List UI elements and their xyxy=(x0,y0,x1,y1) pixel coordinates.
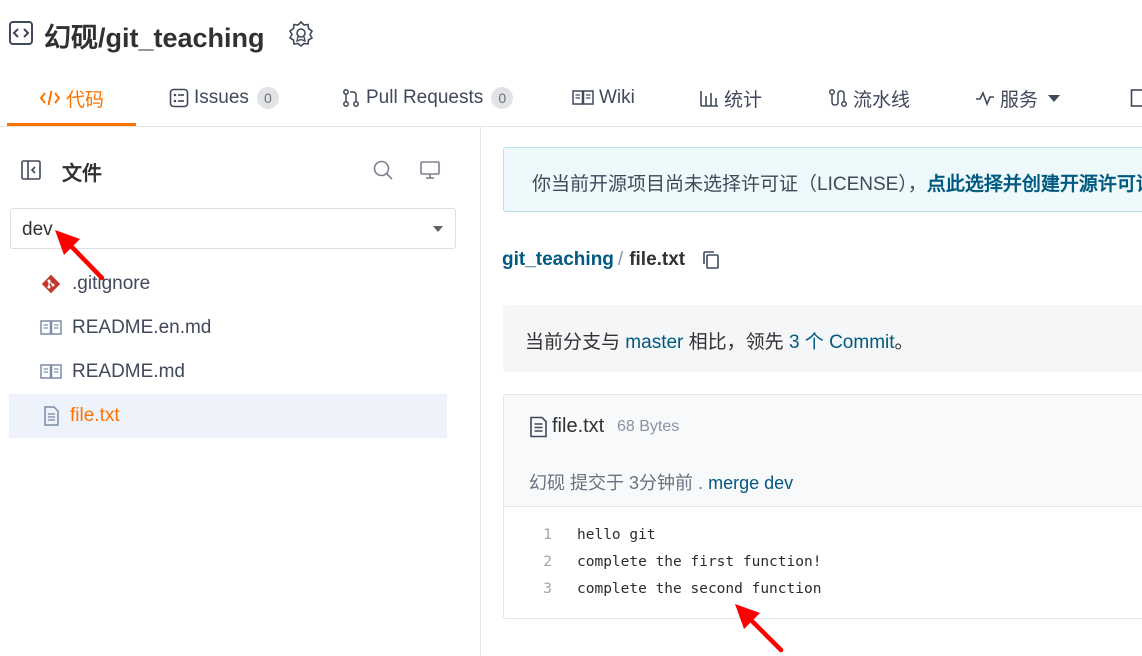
book-icon xyxy=(572,90,594,105)
file-tree-item-gitignore[interactable]: .gitignore xyxy=(9,262,447,306)
code-line: 2 complete the first function! xyxy=(504,548,1142,575)
issues-icon xyxy=(169,88,189,108)
code-line: 1 hello git xyxy=(504,521,1142,548)
collapse-sidebar-icon[interactable] xyxy=(20,159,42,181)
file-name: .gitignore xyxy=(72,273,151,294)
tab-label: 服务 xyxy=(1000,89,1039,111)
tab-pull-requests[interactable]: Pull Requests 0 xyxy=(341,70,514,126)
book-icon xyxy=(40,364,62,379)
file-name: file.txt xyxy=(70,405,120,426)
line-content: hello git xyxy=(577,526,656,543)
tab-label: 统计 xyxy=(724,89,763,111)
breadcrumb-repo-link[interactable]: git_teaching xyxy=(502,249,614,271)
file-viewer-header: file.txt 68 Bytes 幻砚 提交于 3分钟前 . merge de… xyxy=(504,395,1142,507)
active-tab-indicator xyxy=(7,123,136,126)
branch-select-value: dev xyxy=(22,219,53,240)
license-banner-text: 你当前开源项目尚未选择许可证（LICENSE），点此选择并创建开源许可证 xyxy=(532,169,1142,196)
file-code-body: 1 hello git 2 complete the first functio… xyxy=(504,521,1142,602)
tab-pipeline[interactable]: 流水线 xyxy=(828,70,910,126)
license-message: 你当前开源项目尚未选择许可证（LICENSE）， xyxy=(532,174,927,195)
repo-tabs: 代码 Issues 0 Pull Requests 0 Wiki 统计 流水线 … xyxy=(0,70,1142,127)
file-sidebar: 文件 dev .gitignore README.en.md README.md… xyxy=(0,127,481,656)
line-content: complete the second function xyxy=(577,580,822,597)
commit-message-link[interactable]: merge dev xyxy=(708,473,793,493)
issues-count-badge: 0 xyxy=(256,87,279,109)
line-number[interactable]: 2 xyxy=(504,554,552,570)
line-content: complete the first function! xyxy=(577,553,822,570)
tab-label: Wiki xyxy=(599,87,635,108)
file-tree-item-file-txt[interactable]: file.txt xyxy=(9,394,447,438)
tab-statistics[interactable]: 统计 xyxy=(699,70,762,126)
file-viewer-name: file.txt xyxy=(552,415,605,437)
pipeline-icon xyxy=(828,88,848,108)
last-commit-info: 幻砚 提交于 3分钟前 . merge dev xyxy=(529,469,793,495)
create-license-link[interactable]: 点此选择并创建开源许可证 xyxy=(927,174,1142,195)
branch-compare-notice: 当前分支与 master 相比，领先 3 个 Commit。 xyxy=(503,305,1142,372)
book-icon xyxy=(40,320,62,335)
sidebar-title: 文件 xyxy=(62,163,102,185)
compare-suffix: 。 xyxy=(894,332,914,353)
file-text-icon xyxy=(530,416,547,438)
search-icon[interactable] xyxy=(372,159,394,181)
award-badge-icon[interactable] xyxy=(287,20,315,48)
commit-time: 3分钟前 xyxy=(629,473,694,493)
compare-commits-link[interactable]: 3 个 Commit xyxy=(789,332,895,353)
file-tree-item-readme-en[interactable]: README.en.md xyxy=(9,306,447,350)
tab-more-cut-off[interactable] xyxy=(1130,70,1142,126)
line-number[interactable]: 1 xyxy=(504,527,552,543)
code-repo-icon xyxy=(9,21,33,45)
file-name: README.md xyxy=(72,361,185,382)
license-banner: 你当前开源项目尚未选择许可证（LICENSE），点此选择并创建开源许可证 xyxy=(503,147,1142,212)
tab-wiki[interactable]: Wiki xyxy=(572,70,635,126)
compare-middle: 相比，领先 xyxy=(688,332,784,353)
compare-base-branch-link[interactable]: master xyxy=(625,332,683,353)
line-number[interactable]: 3 xyxy=(504,581,552,597)
tab-code[interactable]: 代码 xyxy=(39,70,104,126)
code-icon xyxy=(39,90,61,106)
pull-requests-count-badge: 0 xyxy=(491,87,514,109)
chevron-down-icon xyxy=(1048,94,1061,102)
file-text-icon xyxy=(44,406,59,426)
repo-title[interactable]: 幻砚/git_teaching xyxy=(44,16,265,55)
copy-icon[interactable] xyxy=(701,250,721,270)
breadcrumb-file: file.txt xyxy=(629,249,686,270)
file-viewer: file.txt 68 Bytes 幻砚 提交于 3分钟前 . merge de… xyxy=(503,394,1142,619)
branch-compare-text: 当前分支与 master 相比，领先 3 个 Commit。 xyxy=(525,327,914,354)
tab-label: 代码 xyxy=(66,89,105,111)
breadcrumb-separator: / xyxy=(617,249,624,270)
commit-label: 提交于 xyxy=(570,473,625,493)
sidebar-header: 文件 xyxy=(0,127,480,207)
pull-request-icon xyxy=(343,89,359,107)
commit-author[interactable]: 幻砚 xyxy=(529,473,565,493)
repo-header: 幻砚/git_teaching xyxy=(0,0,1142,70)
pulse-icon xyxy=(976,90,994,107)
tab-services[interactable]: 服务 xyxy=(975,70,1061,126)
tab-label: 流水线 xyxy=(853,89,911,111)
compare-prefix: 当前分支与 xyxy=(525,332,621,353)
commit-separator: . xyxy=(698,473,704,493)
chevron-down-icon xyxy=(433,226,443,232)
file-tree: .gitignore README.en.md README.md file.t… xyxy=(9,262,447,438)
file-name: README.en.md xyxy=(72,317,212,338)
tab-issues[interactable]: Issues 0 xyxy=(169,70,279,126)
doc-icon xyxy=(1130,89,1142,107)
bar-chart-icon xyxy=(700,91,718,107)
git-icon xyxy=(41,274,61,294)
file-tree-item-readme[interactable]: README.md xyxy=(9,350,447,394)
tab-label: Issues xyxy=(194,87,249,108)
breadcrumb: git_teaching / file.txt xyxy=(502,246,721,274)
code-line: 3 complete the second function xyxy=(504,575,1142,602)
tab-label: Pull Requests xyxy=(366,87,484,108)
branch-select[interactable]: dev xyxy=(10,208,456,249)
monitor-icon[interactable] xyxy=(419,159,441,181)
file-size: 68 Bytes xyxy=(617,418,680,435)
